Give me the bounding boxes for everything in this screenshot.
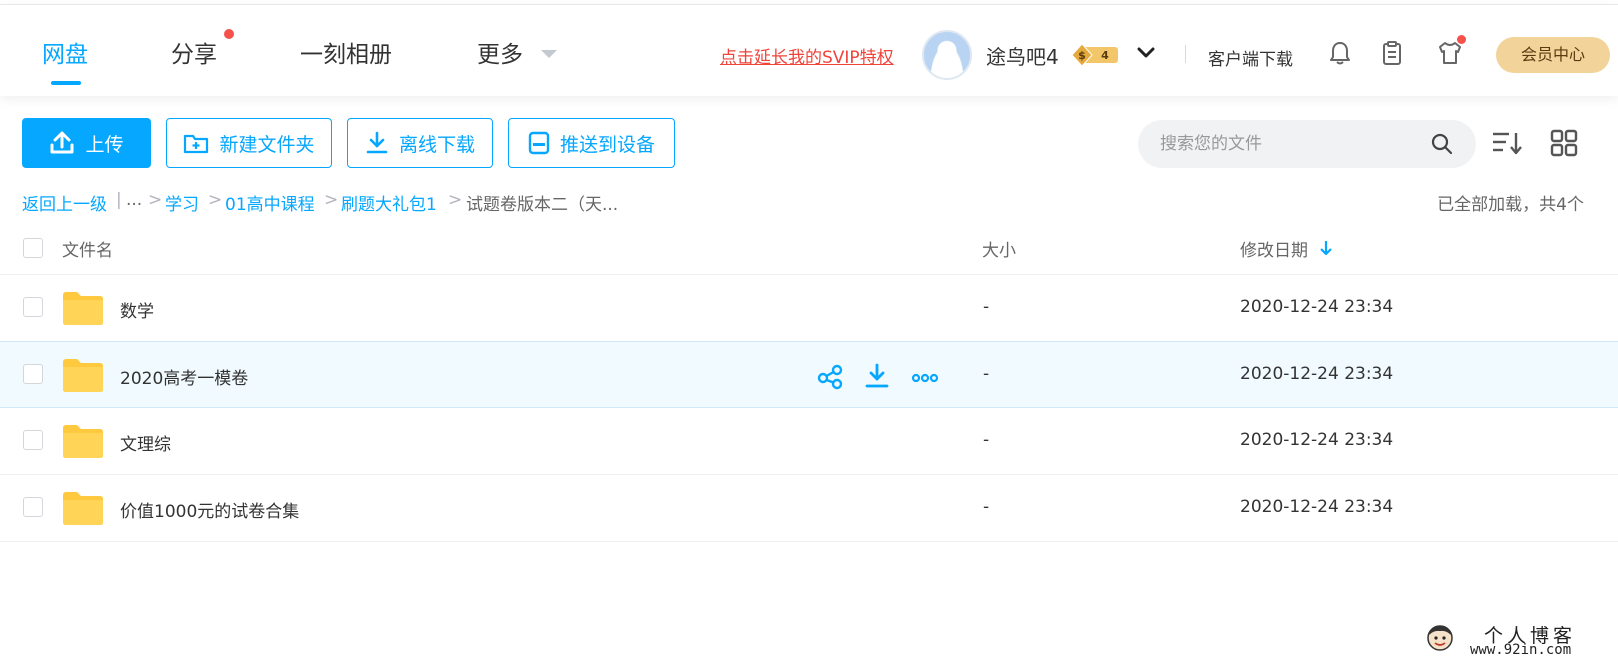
breadcrumb-sep: > (324, 190, 339, 210)
row-checkbox[interactable] (23, 364, 43, 384)
file-date: 2020-12-24 23:34 (1240, 297, 1394, 317)
file-size: - (983, 430, 990, 450)
folder-icon (63, 359, 103, 392)
new-folder-label: 新建文件夹 (219, 133, 315, 156)
new-folder-button[interactable]: 新建文件夹 (166, 118, 332, 168)
sort-list-icon[interactable] (1491, 128, 1523, 158)
breadcrumb-back[interactable]: 返回上一级 (22, 190, 107, 215)
upload-icon (50, 131, 74, 154)
breadcrumb-divider: | (116, 190, 122, 210)
divider (1185, 45, 1186, 63)
chevron-down-icon[interactable] (1136, 43, 1156, 63)
device-icon (528, 131, 550, 155)
breadcrumb-current: 试题卷版本二（天... (466, 195, 619, 215)
download-icon[interactable] (863, 362, 891, 390)
breadcrumb-ellipsis[interactable]: ... (126, 190, 142, 210)
file-name[interactable]: 文理综 (120, 430, 171, 455)
netdisk-page: 网盘 分享 一刻相册 更多 点击延长我的SVIP特权 途鸟吧4 $ 4 客户端下… (0, 0, 1618, 664)
top-navbar: 网盘 分享 一刻相册 更多 点击延长我的SVIP特权 途鸟吧4 $ 4 客户端下… (0, 4, 1618, 96)
bell-icon[interactable] (1326, 39, 1354, 67)
level-number: 4 (1101, 49, 1109, 62)
select-all-checkbox[interactable] (23, 238, 43, 258)
row-checkbox[interactable] (23, 430, 43, 450)
avatar[interactable] (922, 30, 972, 80)
row-checkbox[interactable] (23, 297, 43, 317)
tab-netdisk[interactable]: 网盘 (42, 35, 88, 69)
watermark-logo-icon (1427, 625, 1453, 651)
table-row[interactable]: 2020高考一模卷 - 2020-12-24 23:34 (0, 341, 1618, 408)
table-row[interactable]: 数学 - 2020-12-24 23:34 (0, 275, 1618, 342)
file-name[interactable]: 2020高考一模卷 (120, 364, 248, 389)
row-checkbox[interactable] (23, 497, 43, 517)
more-dropdown-icon[interactable] (541, 50, 557, 58)
breadcrumb-item[interactable]: 01高中课程 (225, 190, 315, 215)
svip-extend-link[interactable]: 点击延长我的SVIP特权 (720, 43, 894, 68)
offline-download-button[interactable]: 离线下载 (347, 118, 493, 168)
file-name[interactable]: 价值1000元的试卷合集 (120, 497, 299, 522)
share-notification-dot (224, 29, 234, 39)
offline-download-label: 离线下载 (398, 133, 475, 156)
upload-button[interactable]: 上传 (22, 118, 151, 168)
share-icon[interactable] (816, 362, 844, 390)
more-options-icon[interactable] (911, 362, 939, 390)
download-icon (366, 131, 388, 154)
search-input[interactable] (1138, 120, 1428, 168)
breadcrumb-item[interactable]: 刷题大礼包1 (341, 190, 437, 215)
table-row[interactable]: 价值1000元的试卷合集 - 2020-12-24 23:34 (0, 475, 1618, 542)
svip-level-badge: $ 4 (1071, 44, 1118, 66)
svg-text:$: $ (1078, 49, 1086, 62)
push-to-device-label: 推送到设备 (559, 133, 655, 156)
active-tab-indicator (51, 81, 81, 85)
folder-icon (63, 425, 103, 458)
tab-moment-album[interactable]: 一刻相册 (300, 35, 392, 69)
username[interactable]: 途鸟吧4 (986, 41, 1059, 70)
clipboard-icon[interactable] (1378, 39, 1406, 67)
vip-center-button[interactable]: 会员中心 (1496, 37, 1610, 73)
breadcrumb-sep: > (448, 190, 463, 210)
folder-icon (63, 292, 103, 325)
push-to-device-button[interactable]: 推送到设备 (508, 118, 675, 168)
breadcrumb-item[interactable]: 学习 (165, 190, 199, 215)
column-header-size[interactable]: 大小 (982, 236, 1016, 261)
column-header-modified[interactable]: 修改日期 (1240, 236, 1308, 261)
tab-more[interactable]: 更多 (477, 35, 523, 69)
file-name[interactable]: 数学 (120, 297, 154, 322)
file-size: - (983, 364, 990, 384)
file-date: 2020-12-24 23:34 (1240, 497, 1394, 517)
upload-label: 上传 (85, 133, 124, 156)
search-icon[interactable] (1430, 132, 1454, 156)
client-download-link[interactable]: 客户端下载 (1208, 45, 1293, 70)
skin-notification-dot (1457, 35, 1466, 44)
file-date: 2020-12-24 23:34 (1240, 430, 1394, 450)
breadcrumb-sep: > (208, 190, 223, 210)
loaded-count-info: 已全部加载，共4个 (1437, 195, 1584, 215)
file-size: - (983, 497, 990, 517)
sort-desc-arrow-icon[interactable] (1318, 238, 1334, 258)
column-header-name[interactable]: 文件名 (62, 236, 113, 261)
table-row[interactable]: 文理综 - 2020-12-24 23:34 (0, 408, 1618, 475)
file-size: - (983, 297, 990, 317)
grid-view-icon[interactable] (1548, 128, 1580, 158)
breadcrumb-sep: > (148, 190, 163, 210)
divider (0, 541, 1618, 542)
tab-share[interactable]: 分享 (171, 35, 217, 69)
file-date: 2020-12-24 23:34 (1240, 364, 1394, 384)
search-box (1138, 120, 1476, 168)
folder-icon (63, 492, 103, 525)
new-folder-icon (184, 134, 209, 154)
watermark-url: www.92in.com (1470, 642, 1572, 658)
